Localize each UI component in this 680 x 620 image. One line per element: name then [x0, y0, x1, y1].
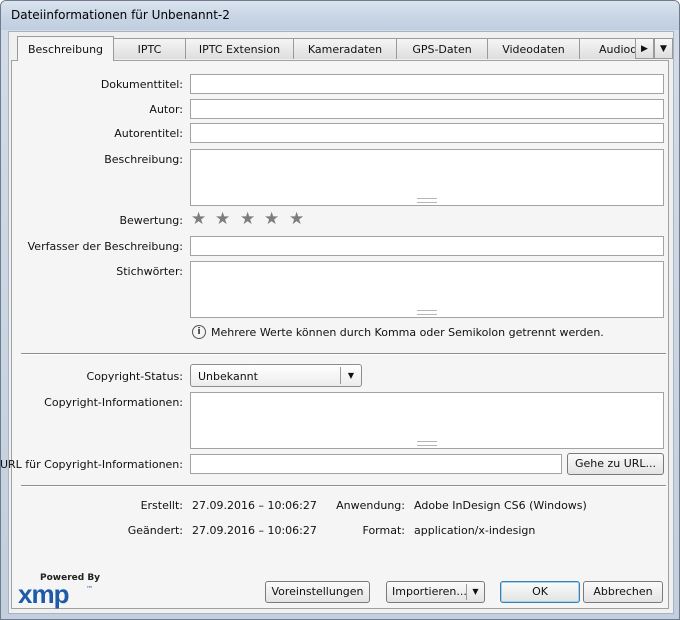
- xmp-wordmark: xmp: [18, 579, 69, 609]
- copyright-url-label: URL für Copyright-Informationen:: [0, 458, 183, 471]
- rating-label: Bewertung:: [119, 214, 183, 227]
- tab-menu-chevron-down-icon[interactable]: ▼: [654, 38, 673, 59]
- author-field[interactable]: [190, 99, 664, 119]
- tab-gps-daten[interactable]: GPS-Daten: [396, 38, 488, 59]
- author-title-field[interactable]: [190, 123, 664, 143]
- file-info-dialog: Dateiinformationen für Unbenannt-2 Besch…: [0, 0, 680, 620]
- copyright-status-label: Copyright-Status:: [86, 370, 183, 383]
- document-title-label: Dokumenttitel:: [100, 78, 183, 91]
- separator: [21, 485, 666, 487]
- tab-kameradaten[interactable]: Kameradaten: [293, 38, 397, 59]
- description-textarea[interactable]: [190, 149, 664, 206]
- tab-label: GPS-Daten: [412, 43, 472, 56]
- chevron-down-icon: ▼: [340, 367, 361, 384]
- copyright-status-value: Unbekannt: [198, 370, 258, 383]
- import-label: Importieren...: [392, 585, 467, 598]
- xmp-trademark: ™: [86, 585, 93, 593]
- description-label: Beschreibung:: [104, 153, 183, 166]
- copyright-url-field[interactable]: [190, 454, 562, 474]
- tab-beschreibung[interactable]: Beschreibung: [17, 36, 114, 61]
- tab-label: IPTC: [137, 43, 162, 56]
- format-value: application/x-indesign: [414, 524, 536, 537]
- copyright-status-select[interactable]: Unbekannt ▼: [190, 364, 362, 387]
- author-title-label: Autorentitel:: [114, 127, 183, 140]
- import-split-button[interactable]: Importieren... ▼: [386, 581, 485, 603]
- tab-label: Beschreibung: [27, 43, 104, 56]
- info-circle-icon: i: [192, 325, 206, 339]
- dialog-client: Beschreibung IPTC IPTC Extension Kamerad…: [1, 31, 674, 614]
- tab-iptc-extension[interactable]: IPTC Extension: [185, 38, 294, 59]
- tab-iptc[interactable]: IPTC: [113, 38, 186, 59]
- resize-grip-icon[interactable]: [417, 310, 437, 315]
- keywords-textarea[interactable]: [190, 261, 664, 318]
- created-label: Erstellt:: [140, 499, 183, 512]
- resize-grip-icon[interactable]: [417, 198, 437, 203]
- tab-label: IPTC Extension: [198, 43, 281, 56]
- application-label: Anwendung:: [336, 499, 405, 512]
- document-title-field[interactable]: [190, 74, 664, 94]
- keywords-hint: Mehrere Werte können durch Komma oder Se…: [211, 326, 604, 339]
- description-writer-label: Verfasser der Beschreibung:: [27, 240, 183, 253]
- tab-bar: Beschreibung IPTC IPTC Extension Kamerad…: [9, 32, 673, 62]
- tab-label: Videodaten: [502, 43, 565, 56]
- star-icon[interactable]: ★: [289, 211, 304, 228]
- tab-videodaten[interactable]: Videodaten: [487, 38, 580, 59]
- description-writer-field[interactable]: [190, 236, 664, 256]
- go-to-url-button[interactable]: Gehe zu URL...: [567, 453, 664, 475]
- chevron-down-icon[interactable]: ▼: [466, 584, 484, 600]
- modified-label: Geändert:: [127, 524, 183, 537]
- star-icon[interactable]: ★: [215, 211, 230, 228]
- title-bar[interactable]: Dateiinformationen für Unbenannt-2: [1, 1, 679, 30]
- star-icon[interactable]: ★: [264, 211, 279, 228]
- format-label: Format:: [362, 524, 405, 537]
- preferences-button[interactable]: Voreinstellungen: [265, 581, 370, 603]
- tab-label: Kameradaten: [307, 43, 383, 56]
- author-label: Autor:: [149, 103, 183, 116]
- window-title: Dateiinformationen für Unbenannt-2: [11, 8, 230, 22]
- description-panel: Dokumenttitel: Autor: Autorentitel: Besc…: [1, 60, 669, 609]
- separator: [21, 353, 666, 355]
- keywords-label: Stichwörter:: [116, 265, 183, 278]
- tab-scroll-right-icon[interactable]: ▶: [635, 38, 654, 59]
- created-value: 27.09.2016 – 10:06:27: [192, 499, 317, 512]
- cancel-button[interactable]: Abbrechen: [583, 581, 663, 603]
- resize-grip-icon[interactable]: [417, 441, 437, 446]
- modified-value: 27.09.2016 – 10:06:27: [192, 524, 317, 537]
- copyright-info-label: Copyright-Informationen:: [44, 396, 183, 409]
- star-icon[interactable]: ★: [191, 211, 206, 228]
- ok-button[interactable]: OK: [500, 581, 580, 603]
- application-value: Adobe InDesign CS6 (Windows): [414, 499, 587, 512]
- star-icon[interactable]: ★: [240, 211, 255, 228]
- tab-audiodaten[interactable]: Audioda: [579, 38, 639, 59]
- copyright-info-textarea[interactable]: [190, 392, 664, 449]
- tab-label: Audioda: [599, 43, 638, 56]
- xmp-logo: Powered By xmp ™: [18, 573, 100, 609]
